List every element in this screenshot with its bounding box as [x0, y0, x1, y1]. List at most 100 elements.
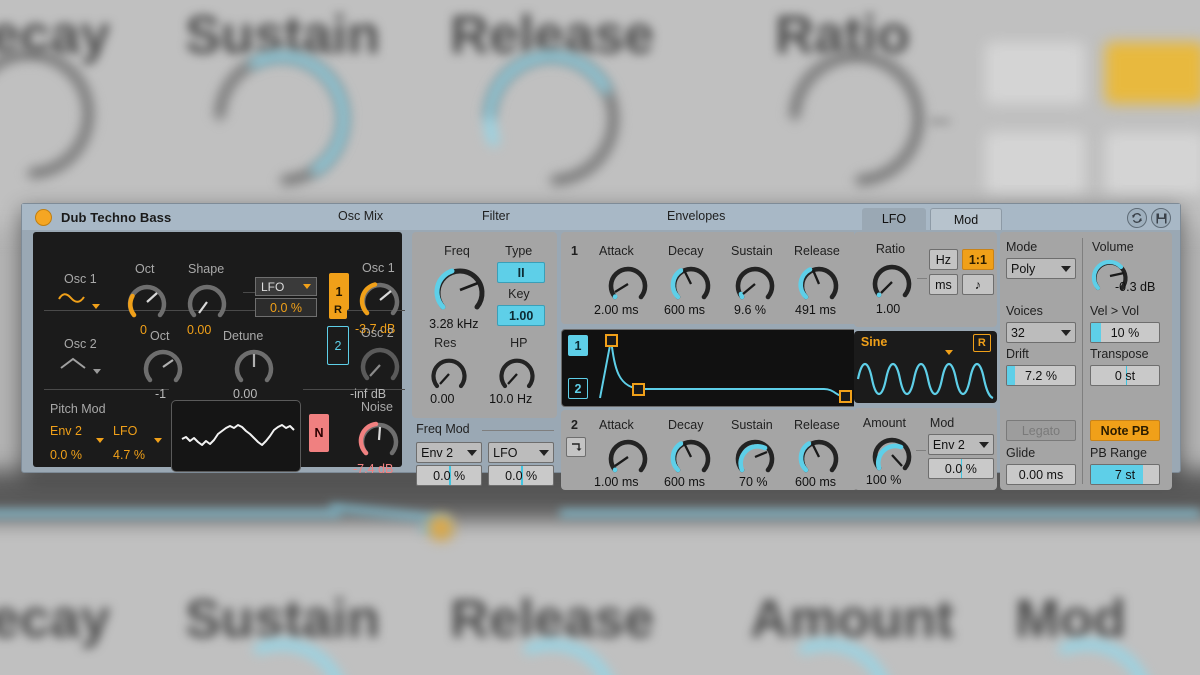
freq-mod-source-b[interactable]: LFO [488, 442, 555, 463]
lfo-ratio-knob[interactable] [870, 260, 914, 304]
legato-button[interactable]: Legato [1005, 420, 1076, 441]
lfo-mod-amount-value: 0.0 % [944, 461, 977, 476]
envelope-display[interactable]: 1 2 [561, 329, 861, 407]
vel-vol-slider[interactable]: 10 % [1089, 322, 1160, 343]
osc2-oct-knob[interactable] [141, 345, 185, 389]
osc2-route-button[interactable]: 2 [327, 326, 349, 365]
backdrop-text: ecay [0, 589, 111, 649]
loop-mode-icon[interactable] [566, 437, 587, 457]
noise-toggle-button[interactable]: N [309, 414, 329, 452]
env1-decay-knob[interactable] [669, 262, 713, 306]
pitch-mod-caret-a[interactable] [96, 430, 104, 448]
osc2-mix-value: -inf dB [350, 387, 387, 401]
pitch-mod-source-b[interactable]: LFO [113, 424, 137, 438]
filter-type-button[interactable]: II [497, 262, 546, 283]
lfo-unit-hz-label: Hz [935, 252, 952, 267]
vel-vol-value: 10 % [1110, 325, 1140, 340]
freq-mod-amount-b[interactable]: 0.0 % [488, 465, 555, 486]
lfo-unit-ratio-button[interactable]: 1:1 [961, 249, 994, 270]
lfo-unit-ms-button[interactable]: ms [928, 274, 958, 295]
env1-release-value: 491 ms [795, 303, 837, 317]
osc2-mix-knob[interactable] [358, 343, 402, 387]
env1-sustain-value: 9.6 % [734, 303, 766, 317]
lfo-retrigger-button[interactable]: R [972, 334, 991, 352]
filter-key-value-field[interactable]: 1.00 [497, 305, 546, 326]
env1-release-knob[interactable] [797, 262, 841, 306]
filter-type-label: Type [505, 244, 533, 258]
mode-select[interactable]: Poly [1005, 258, 1076, 279]
osc2-wave-dropdown-caret[interactable] [93, 361, 101, 379]
osc1-mod-source-dropdown[interactable]: LFO [255, 277, 317, 296]
osc1-mod-amount-field[interactable]: 0.0 % [255, 298, 317, 317]
filter-res-value: 0.00 [430, 392, 455, 406]
osc1-oct-knob[interactable] [125, 280, 169, 324]
envelope-display-tag-2[interactable]: 2 [568, 378, 589, 399]
drift-slider[interactable]: 7.2 % [1005, 365, 1076, 386]
env1-decay-value: 600 ms [664, 303, 706, 317]
noise-knob[interactable] [357, 418, 401, 462]
ring-mod-label: R [334, 304, 342, 316]
section-header-osc-mix: Osc Mix [338, 209, 384, 223]
voices-select[interactable]: 32 [1005, 322, 1076, 343]
lfo-ratio-label: Ratio [875, 242, 906, 256]
osc1-mix-knob[interactable] [358, 278, 402, 322]
osc2-mix-label: Osc 2 [361, 326, 394, 340]
env1-decay-label: Decay [668, 244, 704, 258]
filter-freq-label: Freq [444, 244, 470, 258]
osc1-route-label: 1 [335, 284, 343, 299]
osc1-wave-dropdown-caret[interactable] [92, 296, 100, 314]
noise-label: Noise [361, 400, 393, 414]
pitch-mod-label: Pitch Mod [50, 402, 106, 416]
filter-freq-knob[interactable] [432, 262, 488, 318]
note-pb-button[interactable]: Note PB [1089, 420, 1160, 441]
ring-mod-button[interactable]: R [329, 301, 347, 319]
pitch-mod-caret-b[interactable] [154, 430, 162, 448]
triangle-wave-icon[interactable] [59, 356, 87, 375]
env2-decay-knob[interactable] [669, 435, 713, 479]
envelope-display-tag-1[interactable]: 1 [568, 335, 589, 356]
pitch-mod-source-a[interactable]: Env 2 [50, 424, 82, 438]
env2-sustain-knob[interactable] [733, 435, 777, 479]
envelope-curve [599, 334, 853, 403]
osc1-shape-label: Shape [188, 262, 225, 276]
pitch-mod-amount-a[interactable]: 0.0 % [50, 448, 82, 462]
lfo-mod-amount[interactable]: 0.0 % [927, 458, 994, 479]
env1-sustain-knob[interactable] [733, 262, 777, 306]
lfo-waveform-display[interactable]: Sine R [853, 331, 997, 403]
osc2-name: Osc 2 [64, 337, 97, 351]
transpose-slider[interactable]: 0 st [1089, 365, 1160, 386]
pitch-mod-amount-b[interactable]: 4.7 % [113, 448, 145, 462]
env2-sustain-label: Sustain [731, 418, 773, 432]
osc2-detune-knob[interactable] [232, 345, 276, 389]
sine-wave-icon[interactable] [57, 290, 87, 311]
lfo-ratio-value: 1.00 [875, 302, 901, 316]
osc1-shape-knob[interactable] [185, 280, 229, 324]
legato-label: Legato [1021, 423, 1061, 438]
lfo-mod-source[interactable]: Env 2 [927, 434, 994, 455]
hotswap-icon[interactable] [1127, 208, 1147, 228]
lfo-amount-knob[interactable] [870, 433, 914, 477]
lfo-unit-note-button[interactable]: ♪ [961, 274, 994, 295]
glide-slider[interactable]: 0.00 ms [1005, 464, 1076, 485]
filter-res-knob[interactable] [429, 354, 469, 394]
filter-hp-knob[interactable] [497, 354, 537, 394]
tab-mod[interactable]: Mod [930, 208, 1002, 230]
lfo-unit-hz-button[interactable]: Hz [928, 249, 958, 270]
env1-attack-knob[interactable] [606, 262, 650, 306]
tab-lfo[interactable]: LFO [862, 208, 926, 230]
pb-range-slider[interactable]: 7 st [1089, 464, 1160, 485]
transpose-label: Transpose [1089, 347, 1149, 361]
noise-waveform [181, 424, 295, 446]
freq-mod-source-a[interactable]: Env 2 [416, 442, 483, 463]
drift-label: Drift [1005, 347, 1029, 361]
backdrop-text: Amount [750, 589, 954, 649]
backdrop-button [985, 42, 1085, 104]
power-circle-icon[interactable] [35, 208, 52, 226]
save-disk-icon[interactable] [1151, 208, 1171, 228]
env2-index: 2 [571, 418, 578, 432]
env2-attack-knob[interactable] [606, 435, 650, 479]
osc1-name: Osc 1 [64, 272, 97, 286]
freq-mod-amount-a[interactable]: 0.0 % [416, 465, 483, 486]
backdrop-env-handle [428, 515, 454, 541]
env2-release-knob[interactable] [797, 435, 841, 479]
